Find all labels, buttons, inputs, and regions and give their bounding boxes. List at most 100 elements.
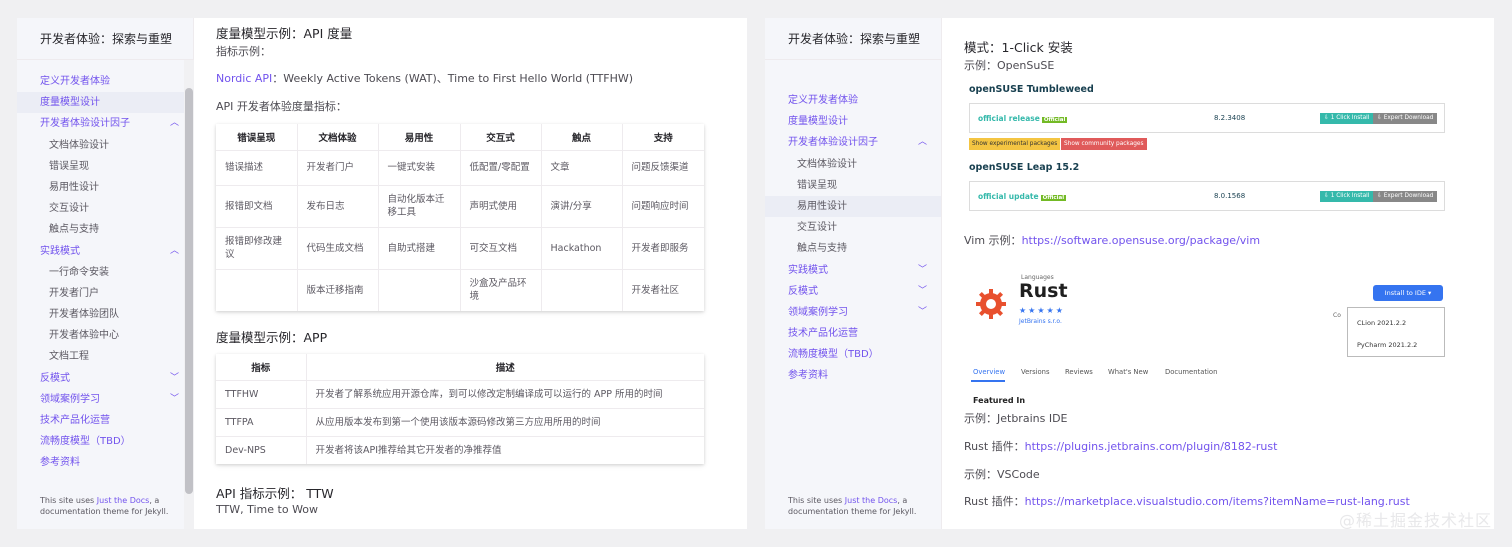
chevron-down-icon[interactable]: ﹀ [170,368,179,389]
sidebar-item-label: 度量模型设计 [40,97,100,109]
table-cell: 发布日志 [297,185,379,228]
chevron-down-icon[interactable]: ﹀ [918,302,927,323]
sidebar: 开发者体验：探索与重塑 定义开发者体验度量模型设计开发者体验设计因子 ︿ 文档体验设… [17,18,194,529]
scrollbar-track[interactable] [184,60,194,529]
tab-whats-new[interactable]: What's New [1108,368,1148,376]
tab-versions[interactable]: Versions [1021,368,1050,376]
sidebar-item[interactable]: 触点与支持 [765,238,941,259]
tab-overview[interactable]: Overview [973,368,1005,376]
sidebar-item[interactable]: 领域案例学习 ﹀ [17,389,193,410]
chevron-up-icon[interactable]: ︿ [170,241,179,262]
sidebar-item[interactable]: 文档体验设计 [765,154,941,175]
table-row: 版本迁移指南 沙盒及产品环境 开发者社区 [216,269,704,311]
chevron-down-icon[interactable]: ﹀ [918,260,927,281]
sidebar-item-label: 文档工程 [49,351,89,363]
sidebar-item[interactable]: 错误呈现 [17,156,193,177]
vendor-link[interactable]: JetBrains s.r.o. [1019,318,1062,325]
table-cell: 问题响应时间 [622,185,704,228]
sidebar-item[interactable]: 实践模式 ︿ [17,241,193,262]
one-click-install-button[interactable]: ⇩ 1 Click Install [1320,191,1374,202]
sidebar-item[interactable]: 参考资料 [765,365,941,386]
sidebar-item[interactable]: 易用性设计 [17,177,193,198]
sidebar-item[interactable]: 度量模型设计 [17,92,193,114]
sidebar-item[interactable]: 度量模型设计 [765,111,941,132]
sidebar-item-label: 定义开发者体验 [788,95,858,106]
sidebar-item[interactable]: 交互设计 [765,217,941,238]
chevron-up-icon[interactable]: ︿ [918,132,927,153]
expert-download-button[interactable]: ⇩ Expert Download [1373,191,1438,202]
table-cell: 从应用版本发布到第一个使用该版本源码修改第三方应用所用的时间 [306,408,704,437]
sidebar-item-label: 参考资料 [788,370,828,382]
rating-stars: ★★★★★ [1019,306,1065,315]
example-opensuse: 示例：OpenSuSE [964,59,1055,72]
sidebar-item[interactable]: 易用性设计 [765,195,941,218]
sidebar-item[interactable]: 技术产品化运营 [17,410,193,431]
table-row: 报错即修改建议 代码生成文档 自助式搭建 可交互文档 Hackathon 开发者即服务 [216,227,704,270]
just-the-docs-link[interactable]: Just the Docs [845,496,898,505]
ide-option-pycharm[interactable]: PyCharm 2021.2.2 [1357,341,1417,349]
sidebar-item[interactable]: 文档体验设计 [17,135,193,156]
sidebar-item[interactable]: 错误呈现 [765,175,941,196]
ide-option-clion[interactable]: CLion 2021.2.2 [1357,319,1406,327]
tab-documentation[interactable]: Documentation [1165,368,1217,376]
table-cell: Hackathon [541,227,623,270]
show-experimental-button[interactable]: Show experimental packages [969,138,1061,150]
sidebar-item[interactable]: 参考资料 [17,452,193,473]
rust-plugin-label: Rust 插件： [964,440,1025,453]
just-the-docs-link[interactable]: Just the Docs [97,496,150,505]
column-header: 易用性 [378,124,461,151]
sidebar-item-label: 度量模型设计 [788,116,848,128]
chevron-down-icon[interactable]: ﹀ [918,281,927,302]
site-title[interactable]: 开发者体验：探索与重塑 [40,30,172,47]
sidebar-item[interactable]: 实践模式 ﹀ [765,260,941,281]
table-cell [216,269,298,311]
header-divider [765,59,941,60]
install-to-ide-button[interactable]: Install to IDE ▾ [1373,285,1443,301]
chevron-up-icon[interactable]: ︿ [170,113,179,134]
sidebar-item[interactable]: 文档工程 [17,346,193,367]
sidebar-item[interactable]: 领域案例学习 ﹀ [765,302,941,323]
watermark: @稀土掘金技术社区 [1339,511,1493,530]
sidebar-item[interactable]: 一行命令安装 [17,262,193,283]
tumbleweed-row: official release Official 8.2.3408 ⇩ 1 Cl… [969,103,1445,133]
sidebar-item[interactable]: 开发者门户 [17,283,193,304]
expert-download-button[interactable]: ⇩ Expert Download [1373,113,1438,124]
sidebar-item[interactable]: 开发者体验设计因子 ︿ [17,113,193,134]
nordic-api-link[interactable]: Nordic API [216,72,272,85]
one-click-install-button[interactable]: ⇩ 1 Click Install [1320,113,1374,124]
table-cell: 报错即修改建议 [216,227,298,270]
column-header: 触点 [541,124,623,151]
sidebar-item[interactable]: 开发者体验中心 [17,325,193,346]
sidebar-nav: 定义开发者体验 度量模型设计开发者体验设计因子 ︿ 文档体验设计 错误呈现易用性设计交互… [765,90,941,387]
heading-ttw: API 指标示例： TTW [216,486,334,501]
tab-reviews[interactable]: Reviews [1065,368,1093,376]
tumbleweed-title: openSUSE Tumbleweed [969,84,1094,95]
sidebar-item[interactable]: 定义开发者体验 [765,90,941,111]
column-header: 指标 [216,354,307,381]
leap-title: openSUSE Leap 15.2 [969,162,1080,173]
site-title[interactable]: 开发者体验：探索与重塑 [788,30,920,47]
rust-vsc-label: Rust 插件： [964,495,1025,508]
sidebar-item-label: 实践模式 [40,245,80,257]
leap-version: 8.0.1568 [1214,192,1246,200]
sidebar-item[interactable]: 反模式 ﹀ [17,368,193,389]
sidebar-item-label: 易用性设计 [797,200,847,212]
vim-link[interactable]: https://software.opensuse.org/package/vi… [1022,234,1261,247]
official-badge: Official [1041,117,1068,123]
sidebar-item[interactable]: 交互设计 [17,198,193,219]
sidebar-item[interactable]: 开发者体验设计因子 ︿ [765,132,941,153]
scrollbar-thumb[interactable] [185,88,193,494]
sidebar-item[interactable]: 开发者体验团队 [17,304,193,325]
chevron-down-icon[interactable]: ﹀ [170,389,179,410]
table-cell: 声明式使用 [460,185,542,228]
show-community-button[interactable]: Show community packages [1061,138,1147,150]
jetbrains-rust-link[interactable]: https://plugins.jetbrains.com/plugin/818… [1025,440,1278,453]
table-cell: 自动化版本迁移工具 [378,185,461,228]
sidebar-item[interactable]: 定义开发者体验 [17,71,193,92]
left-doc-page: 开发者体验：探索与重塑 定义开发者体验度量模型设计开发者体验设计因子 ︿ 文档体验设… [17,18,747,529]
sidebar-item[interactable]: 流畅度模型（TBD） [765,344,941,365]
sidebar-item[interactable]: 触点与支持 [17,219,193,240]
sidebar-item[interactable]: 流畅度模型（TBD） [17,431,193,452]
sidebar-item[interactable]: 技术产品化运营 [765,323,941,344]
sidebar-item[interactable]: 反模式 ﹀ [765,281,941,302]
